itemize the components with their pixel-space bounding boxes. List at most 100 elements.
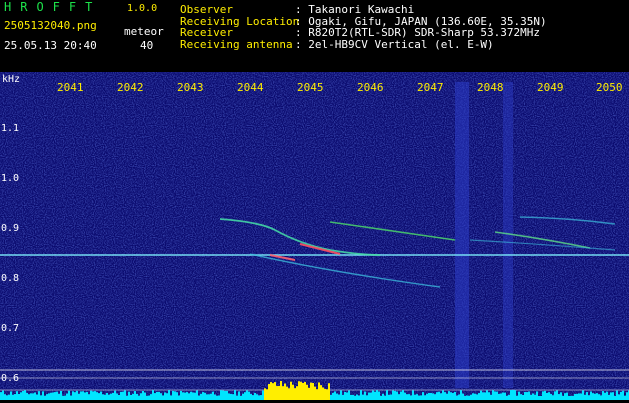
noise-bar	[106, 392, 108, 400]
noise-bar	[542, 391, 544, 400]
noise-bar	[412, 390, 414, 400]
noise-bar	[366, 395, 368, 400]
noise-bar	[464, 395, 466, 400]
noise-bar	[442, 390, 444, 400]
noise-bar	[210, 393, 212, 400]
noise-bar	[244, 392, 246, 400]
noise-bar	[146, 395, 148, 400]
noise-bar	[572, 395, 574, 400]
noise-bar	[434, 394, 436, 400]
noise-bar	[338, 394, 340, 400]
noise-bar	[132, 393, 134, 400]
noise-bar	[230, 393, 232, 400]
noise-bar	[110, 393, 112, 400]
noise-bar	[454, 391, 456, 400]
noise-bar	[600, 395, 602, 400]
noise-bar	[124, 390, 126, 400]
noise-bar	[56, 391, 58, 400]
noise-bar	[258, 395, 260, 400]
noise-bar	[96, 392, 98, 400]
noise-bar	[368, 392, 370, 400]
x-tick: 2046	[357, 81, 384, 94]
noise-bar	[342, 394, 344, 400]
noise-bar	[30, 393, 32, 400]
noise-bar	[270, 382, 272, 400]
noise-bar	[414, 394, 416, 400]
noise-bar	[524, 392, 526, 400]
noise-bar	[596, 393, 598, 400]
meteor-label: meteor	[124, 25, 164, 38]
noise-bar	[250, 393, 252, 400]
noise-bar	[200, 393, 202, 400]
noise-bar	[170, 395, 172, 400]
noise-bar	[336, 393, 338, 400]
noise-bar	[6, 395, 8, 400]
noise-texture	[0, 72, 629, 400]
noise-bar	[208, 394, 210, 400]
noise-bar	[520, 394, 522, 400]
noise-bar	[18, 393, 20, 400]
x-tick: 2048	[477, 81, 504, 94]
noise-bar	[306, 384, 308, 400]
noise-bar	[78, 393, 80, 400]
noise-bar	[496, 391, 498, 400]
noise-bar	[488, 392, 490, 400]
noise-bar	[88, 394, 90, 400]
noise-bar	[536, 391, 538, 400]
noise-bar	[532, 393, 534, 400]
noise-bar	[620, 391, 622, 400]
info-key: Receiver	[180, 26, 233, 39]
noise-bar	[400, 391, 402, 400]
header-panel: HROFFT 1.0.0 2505132040.png 25.05.13 20:…	[0, 0, 629, 72]
x-tick: 2045	[297, 81, 324, 94]
noise-bar	[360, 390, 362, 400]
noise-bar	[498, 393, 500, 400]
noise-bar	[294, 388, 296, 400]
noise-bar	[64, 395, 66, 400]
noise-bar	[564, 393, 566, 400]
noise-bar	[26, 392, 28, 400]
noise-bar	[392, 390, 394, 400]
noise-bar	[348, 390, 350, 400]
noise-bar	[108, 394, 110, 400]
noise-bar	[174, 391, 176, 400]
noise-bar	[260, 395, 262, 400]
noise-bar	[322, 387, 324, 400]
noise-bar	[426, 393, 428, 400]
noise-bar	[582, 390, 584, 400]
noise-bar	[152, 390, 154, 400]
noise-bar	[202, 392, 204, 400]
noise-bar	[68, 390, 70, 400]
noise-bar	[286, 386, 288, 400]
noise-bar	[626, 392, 628, 400]
noise-bar	[272, 383, 274, 400]
noise-bar	[588, 395, 590, 400]
noise-bar	[74, 392, 76, 400]
noise-bar	[450, 392, 452, 400]
noise-bar	[302, 382, 304, 400]
noise-bar	[266, 389, 268, 400]
noise-bar	[34, 392, 36, 400]
noise-bar	[312, 383, 314, 400]
noise-bar	[578, 393, 580, 400]
meteor-count: 40	[140, 39, 154, 52]
noise-bar	[354, 395, 356, 400]
noise-bar	[22, 390, 24, 400]
noise-bar	[298, 381, 300, 400]
noise-bar	[158, 391, 160, 400]
y-tick: 0.6	[1, 373, 20, 384]
y-tick: 1.0	[1, 173, 20, 184]
noise-bar	[384, 395, 386, 400]
noise-bar	[410, 395, 412, 400]
noise-bar	[504, 392, 506, 400]
noise-bar	[246, 390, 248, 400]
noise-bar	[204, 392, 206, 400]
noise-bar	[252, 395, 254, 400]
noise-bar	[262, 390, 264, 400]
noise-bar	[406, 394, 408, 400]
noise-bar	[372, 390, 374, 400]
noise-bar	[140, 393, 142, 400]
x-tick: 2050	[596, 81, 623, 94]
noise-bar	[380, 395, 382, 400]
info-row-antenna: Receiving antenna: 2el-HB9CV Vertical (e…	[180, 37, 494, 51]
